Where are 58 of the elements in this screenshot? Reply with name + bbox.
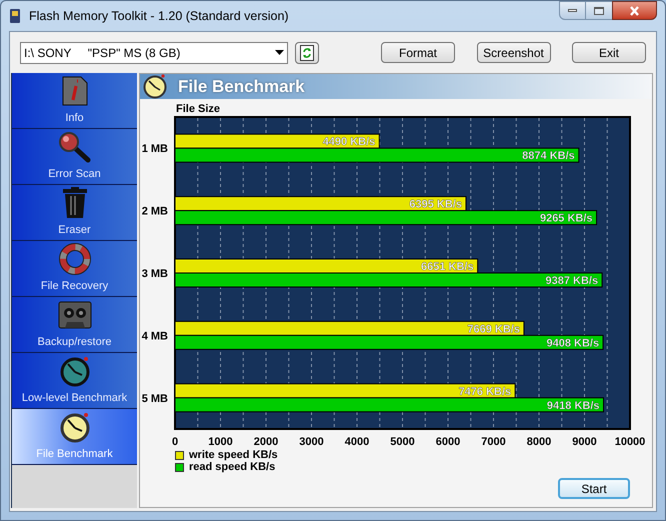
tick-label: 2000 <box>254 436 278 448</box>
tick-label: 7000 <box>481 436 506 448</box>
sidebar-item[interactable]: Info <box>12 73 137 129</box>
tick-label: 6000 <box>436 436 460 448</box>
minimize-button[interactable] <box>559 1 586 20</box>
sidebar-item[interactable]: Backup/restore <box>12 297 137 353</box>
stopwatch-icon <box>58 411 90 444</box>
tick-label: 4000 <box>344 436 370 448</box>
drive-dropdown[interactable]: I:\ SONY "PSP" MS (8 GB) <box>20 42 288 64</box>
tick-label: 3000 <box>299 436 324 448</box>
legend-label: write speed KB/s <box>189 449 278 461</box>
sidebar-item[interactable]: File Recovery <box>12 241 137 297</box>
toolbar-button[interactable]: Exit <box>572 42 646 63</box>
category-label: 3 MB <box>142 268 168 280</box>
data-label: 9387 KB/s <box>546 275 598 287</box>
panel-title: File Benchmark <box>178 76 305 98</box>
data-label: 9265 KB/s <box>540 212 593 225</box>
data-label: 8874 KB/s <box>522 150 575 162</box>
sidebar-item[interactable]: File Benchmark <box>12 409 137 465</box>
refresh-button[interactable] <box>295 42 319 64</box>
data-label: 6651 KB/s <box>421 261 474 273</box>
caret-icon <box>275 50 284 55</box>
close-button[interactable] <box>612 1 657 20</box>
tick-label: 10000 <box>614 436 646 448</box>
magnifier-icon <box>58 131 92 164</box>
sidebar-item[interactable]: Error Scan <box>12 129 137 185</box>
category-label: 4 MB <box>142 330 168 342</box>
trash-can-icon <box>62 187 88 220</box>
lifebuoy-icon <box>58 243 90 276</box>
toolbar-button[interactable]: Format <box>381 42 455 63</box>
sidebar-item[interactable]: Eraser <box>12 185 137 241</box>
maximize-button[interactable] <box>586 1 612 20</box>
tick-label: 9000 <box>572 436 597 448</box>
data-label: 6395 KB/s <box>409 198 462 211</box>
stopwatch-icon <box>142 73 168 99</box>
toolbar-button[interactable]: Screenshot <box>476 42 550 63</box>
tick-label: 1000 <box>208 436 233 448</box>
close-icon <box>629 6 640 16</box>
stopwatch-icon <box>58 355 90 388</box>
start-button[interactable]: Start <box>558 478 630 499</box>
data-label: 7669 KB/s <box>467 323 520 336</box>
tick-label: 5000 <box>390 436 415 448</box>
data-label: 7476 KB/s <box>458 386 512 398</box>
cassette-tape-icon <box>58 301 92 330</box>
category-label: 1 MB <box>142 143 168 156</box>
window-title: Flash Memory Toolkit - 1.20 (Standard version) <box>29 8 289 25</box>
tick-label: 0 <box>172 436 178 448</box>
axis-title: File Size <box>176 103 220 115</box>
category-label: 5 MB <box>142 392 168 405</box>
sidebar-item[interactable]: Low-level Benchmark <box>12 353 137 409</box>
data-label: 4490 KB/s <box>322 136 376 148</box>
app-icon <box>9 8 21 24</box>
category-label: 2 MB <box>142 206 168 218</box>
data-label: 9418 KB/s <box>546 400 600 412</box>
legend-label: read speed KB/s <box>189 461 276 473</box>
info-document-icon <box>62 76 88 106</box>
tick-label: 8000 <box>526 436 552 448</box>
data-label: 9408 KB/s <box>546 337 600 350</box>
